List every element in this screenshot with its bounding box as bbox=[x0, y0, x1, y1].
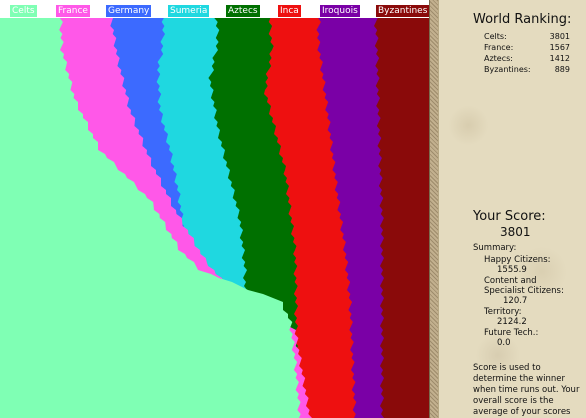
legend-item-aztecs: Aztecs bbox=[226, 5, 260, 17]
ranking-civ-name: France: bbox=[484, 43, 514, 52]
territory-label: Territory: bbox=[484, 307, 522, 317]
ranking-civ-name: Byzantines: bbox=[484, 65, 531, 74]
legend-item-inca: Inca bbox=[278, 5, 301, 17]
legend-item-iroquois: Iroquois bbox=[320, 5, 360, 17]
content-citizens-label: Content and bbox=[484, 276, 537, 286]
your-score-title: Your Score: bbox=[473, 209, 546, 224]
ranking-civ-score: 3801 bbox=[549, 32, 570, 41]
ranking-row: Aztecs: 1412 bbox=[484, 53, 570, 64]
your-score-value: 3801 bbox=[500, 225, 531, 239]
civ-legend: Celts France Germany Sumeria Aztecs Inca Iroqu… bbox=[0, 5, 429, 19]
legend-item-germany: Germany bbox=[106, 5, 152, 17]
panel-divider bbox=[429, 0, 438, 418]
history-bands bbox=[0, 18, 429, 418]
future-tech-label: Future Tech.: bbox=[484, 328, 539, 338]
happy-citizens-value: 1555.9 bbox=[497, 265, 527, 275]
ranking-row: France: 1567 bbox=[484, 42, 570, 53]
territory-value: 2124.2 bbox=[497, 317, 527, 327]
ranking-row: Byzantines: 889 bbox=[484, 64, 570, 75]
future-tech-value: 0.0 bbox=[497, 338, 511, 348]
happy-citizens-label: Happy Citizens: bbox=[484, 255, 551, 265]
legend-item-france: France bbox=[56, 5, 90, 17]
content-citizens-value: 120.7 bbox=[503, 296, 528, 306]
ranking-civ-name: Celts: bbox=[484, 32, 507, 41]
legend-item-byzantines: Byzantines bbox=[376, 5, 429, 17]
summary-label: Summary: bbox=[473, 243, 517, 253]
score-panel: World Ranking: Celts: 3801 France: 1567 … bbox=[438, 0, 586, 418]
ranking-civ-score: 1567 bbox=[549, 43, 570, 52]
legend-item-celts: Celts bbox=[10, 5, 37, 17]
world-ranking-title: World Ranking: bbox=[473, 12, 572, 27]
legend-item-sumeria: Sumeria bbox=[168, 5, 210, 17]
ranking-civ-score: 1412 bbox=[549, 54, 570, 63]
score-history-chart: Celts France Germany Sumeria Aztecs Inca Iroqu… bbox=[0, 0, 429, 418]
score-explanation: Score is used to determine the winner wh… bbox=[473, 363, 580, 417]
ranking-row: Celts: 3801 bbox=[484, 31, 570, 42]
specialist-citizens-label: Specialist Citizens: bbox=[484, 286, 564, 296]
ranking-civ-score: 889 bbox=[554, 65, 570, 74]
ranking-civ-name: Aztecs: bbox=[484, 54, 513, 63]
